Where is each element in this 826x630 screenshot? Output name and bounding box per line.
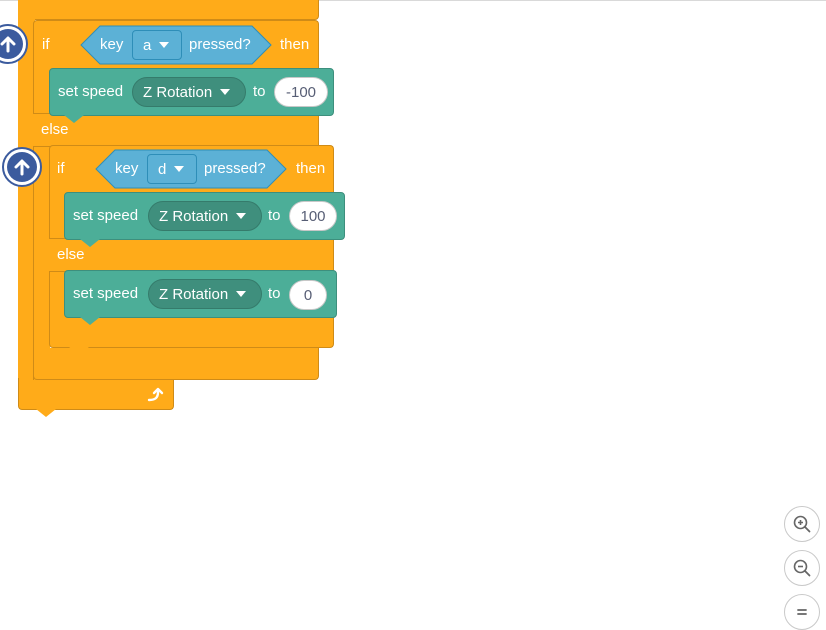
equals-icon (797, 609, 807, 615)
to-label: to (268, 207, 281, 224)
rotation-value: Z Rotation (159, 285, 229, 303)
rotation-dropdown[interactable]: Z Rotation (132, 77, 246, 107)
inner-else-label: else (57, 246, 85, 263)
loop-arrow-icon (146, 386, 164, 404)
key-a-pressed-label: pressed? (189, 36, 251, 53)
key-select-value: a (143, 36, 152, 54)
set-speed-label: set speed (58, 83, 124, 100)
key-d-key-label: key (115, 160, 139, 177)
to-label: to (268, 285, 281, 302)
loop-block-bottom-notch (36, 409, 56, 417)
speed-value-input[interactable]: -100 (274, 77, 328, 107)
arrow-up-icon (0, 29, 23, 59)
rotation-dropdown[interactable]: Z Rotation (148, 201, 262, 231)
zoom-out-button[interactable] (784, 550, 820, 586)
set-speed-label: set speed (73, 207, 139, 224)
speed-value-input[interactable]: 0 (289, 280, 327, 310)
inner-then-label: then (296, 160, 326, 177)
key-pressed-block-d[interactable]: key d pressed? (95, 149, 287, 189)
set-speed-block-notch (80, 239, 100, 247)
rotation-dropdown[interactable]: Z Rotation (148, 279, 262, 309)
set-speed-block-100[interactable]: set speed Z Rotation to 100 (64, 192, 345, 240)
key-pressed-block-a[interactable]: key a pressed? (80, 25, 272, 65)
key-select-dropdown-d[interactable]: d (147, 154, 197, 184)
dropdown-caret-icon (220, 89, 231, 95)
dropdown-caret-icon (236, 291, 247, 297)
key-select-dropdown-a[interactable]: a (132, 30, 182, 60)
inner-if-label: if (57, 160, 65, 177)
zoom-in-button[interactable] (784, 506, 820, 542)
key-select-value: d (158, 160, 167, 178)
rotation-value: Z Rotation (143, 83, 213, 101)
dropdown-caret-icon (159, 42, 170, 48)
rotation-value: Z Rotation (159, 207, 229, 225)
set-speed-block-neg100[interactable]: set speed Z Rotation to -100 (49, 68, 334, 116)
speed-value-input[interactable]: 100 (289, 201, 337, 231)
set-speed-block-notch (80, 317, 100, 325)
key-d-pressed-label: pressed? (204, 160, 266, 177)
key-a-key-label: key (100, 36, 124, 53)
set-speed-label: set speed (73, 285, 139, 302)
reset-zoom-button[interactable] (784, 594, 820, 630)
outer-if-label: if (42, 36, 50, 53)
dropdown-caret-icon (174, 166, 185, 172)
set-speed-block-notch (64, 115, 84, 123)
collapse-inner-if-button[interactable] (2, 147, 42, 187)
to-label: to (253, 83, 266, 100)
loop-block-top-arm[interactable] (33, 0, 319, 20)
dropdown-caret-icon (236, 213, 247, 219)
inner-if-else-notch (69, 347, 89, 355)
zoom-out-icon (793, 559, 811, 577)
set-speed-block-0[interactable]: set speed Z Rotation to 0 (64, 270, 337, 318)
arrow-up-icon (7, 152, 37, 182)
outer-then-label: then (280, 36, 310, 53)
zoom-in-icon (793, 515, 811, 533)
outer-else-label: else (41, 121, 69, 138)
